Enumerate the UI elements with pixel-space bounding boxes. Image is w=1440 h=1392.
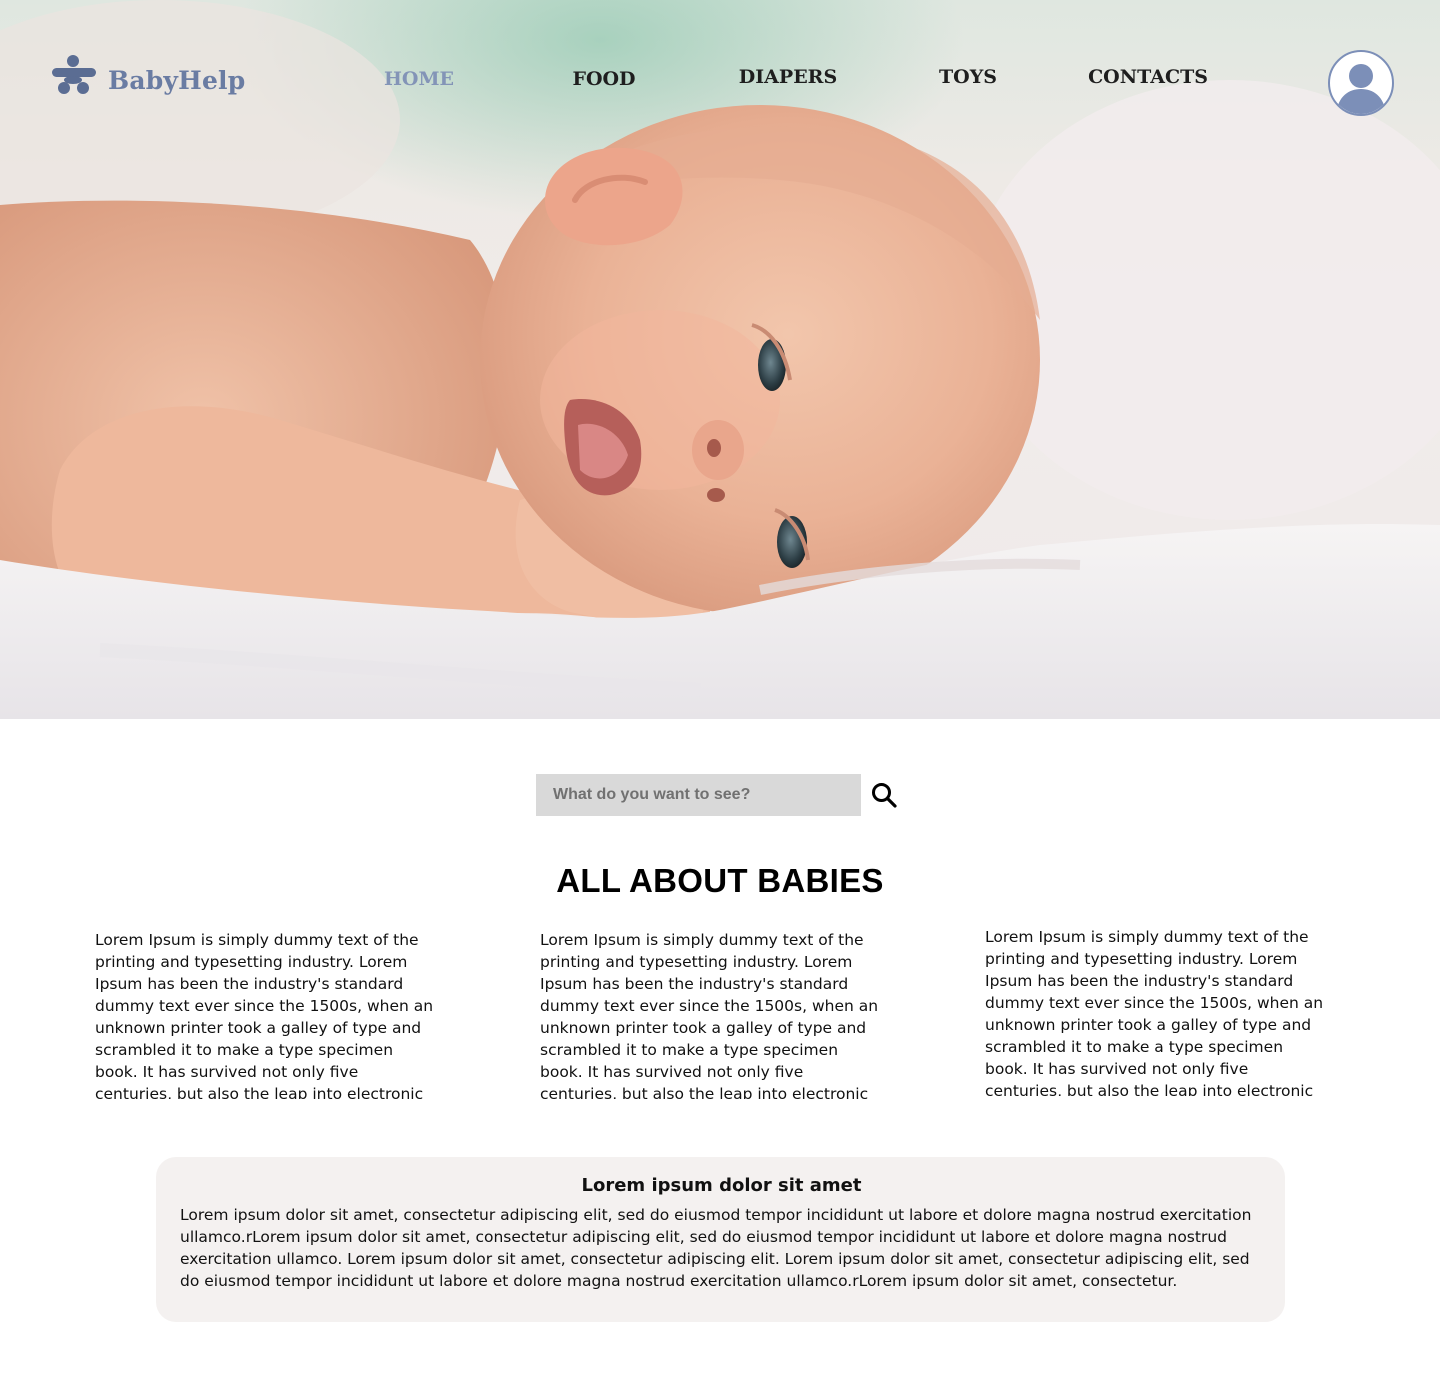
search-input[interactable] [536, 774, 861, 816]
nav-food[interactable]: FOOD [572, 68, 635, 90]
nav-home[interactable]: HOME [384, 68, 454, 90]
brand-name: BabyHelp [108, 65, 246, 95]
text-column-1: Lorem Ipsum is simply dummy text of the … [95, 931, 434, 1099]
info-card-title: Lorem ipsum dolor sit amet [581, 1175, 862, 1196]
hero-banner: BabyHelp HOME FOOD DIAPERS TOYS CONTACTS [0, 0, 1440, 719]
text-column-2: Lorem Ipsum is simply dummy text of the … [540, 931, 879, 1099]
nav-diapers[interactable]: DIAPERS [739, 66, 837, 88]
search-icon [872, 783, 897, 808]
nav-toys[interactable]: TOYS [939, 66, 997, 88]
baby-logo-icon [52, 55, 96, 94]
search-button[interactable] [869, 780, 899, 810]
user-avatar-icon [1336, 64, 1386, 114]
section-title: ALL ABOUT BABIES [556, 862, 884, 899]
text-column-3: Lorem Ipsum is simply dummy text of the … [985, 928, 1324, 1096]
info-card: Lorem ipsum dolor sit amet Lorem ipsum d… [156, 1157, 1285, 1322]
hero-baby-image [0, 0, 1440, 719]
user-avatar-button[interactable] [1328, 50, 1394, 116]
nav-contacts[interactable]: CONTACTS [1088, 66, 1208, 88]
info-card-body: Lorem ipsum dolor sit amet, consectetur … [180, 1206, 1252, 1290]
search-bar [536, 774, 899, 816]
brand-logo[interactable]: BabyHelp [52, 54, 245, 96]
